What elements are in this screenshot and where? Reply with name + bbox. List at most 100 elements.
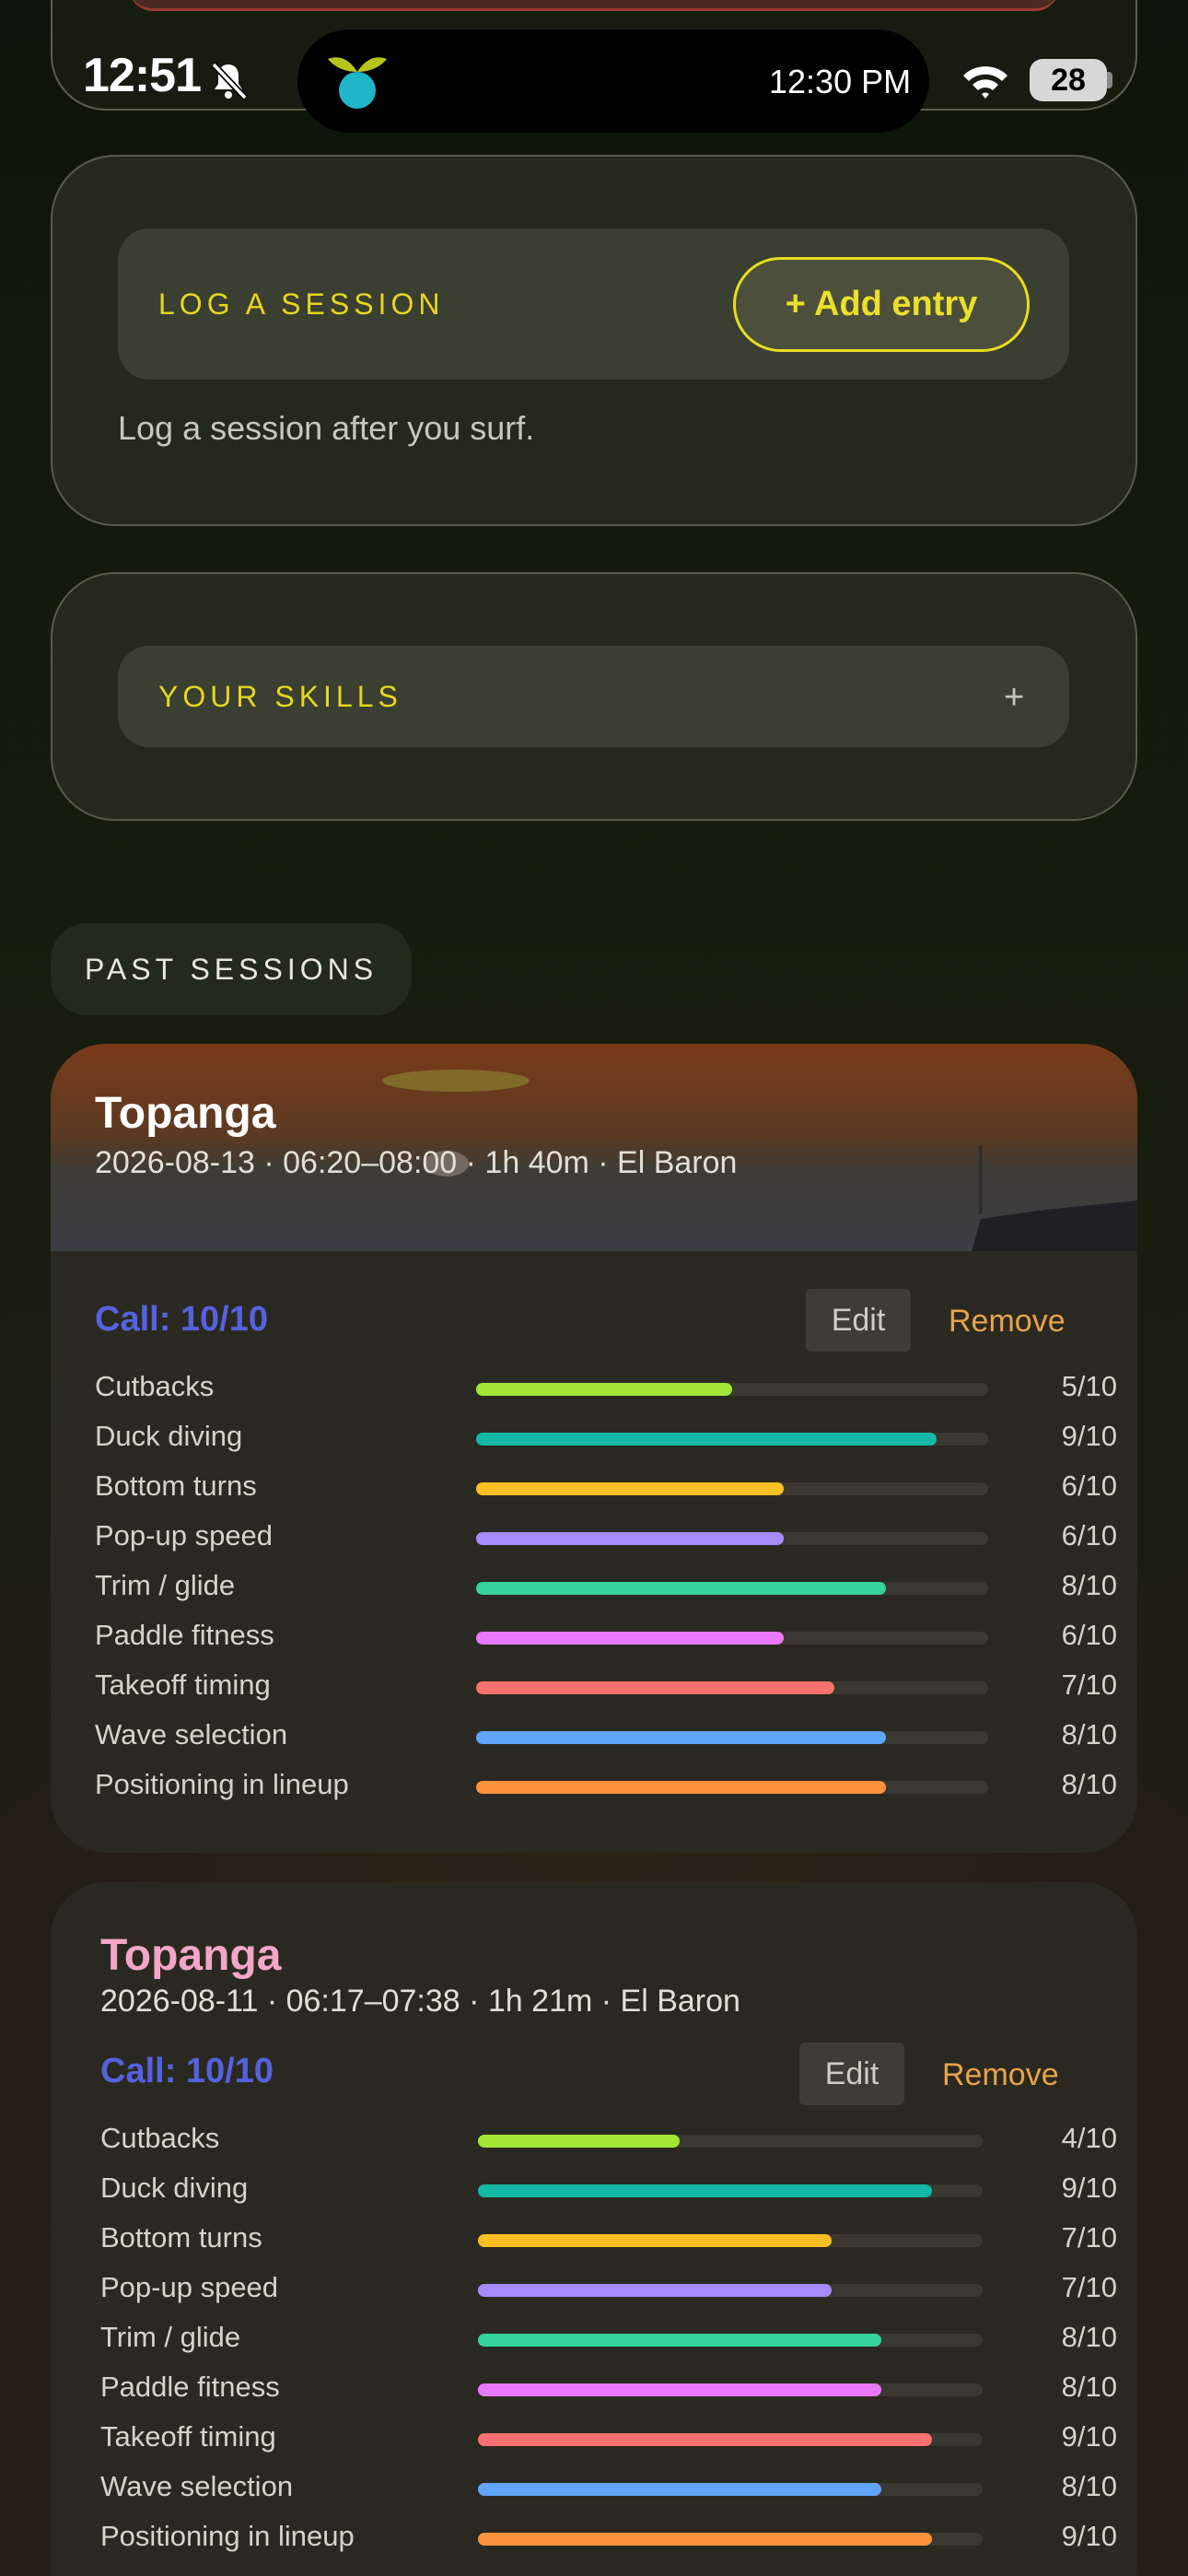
skill-bar-track: [476, 1433, 988, 1446]
skill-name: Pop-up speed: [95, 1519, 274, 1551]
skill-bar-track: [478, 2184, 983, 2197]
skill-score: 8/10: [1061, 2470, 1117, 2502]
skill-row: Takeoff timing 9/10: [100, 2413, 1117, 2463]
skill-score: 9/10: [1061, 2172, 1117, 2204]
skill-score: 9/10: [1061, 2520, 1117, 2552]
skill-name: Takeoff timing: [95, 1669, 271, 1701]
skill-score: 6/10: [1061, 1469, 1117, 1502]
skill-row: Duck diving 9/10: [100, 2164, 1117, 2214]
skill-row: Pop-up speed 6/10: [95, 1512, 1117, 1562]
skill-bar-fill: [476, 1681, 835, 1694]
skill-row: Positioning in lineup 9/10: [100, 2512, 1117, 2562]
skill-row: Wave selection 8/10: [100, 2463, 1117, 2512]
skill-bar-track: [478, 2483, 983, 2496]
skill-bar-track: [476, 1632, 988, 1645]
log-session-label: LOG A SESSION: [158, 287, 445, 321]
skill-name: Cutbacks: [100, 2122, 220, 2154]
skill-bar-fill: [478, 2284, 832, 2297]
skill-bar-track: [478, 2433, 983, 2446]
skill-score: 4/10: [1061, 2122, 1117, 2154]
skill-bar-fill: [478, 2334, 882, 2347]
skill-bar-track: [476, 1383, 988, 1396]
past-sessions-header: PAST SESSIONS: [51, 923, 412, 1015]
skill-name: Bottom turns: [95, 1469, 257, 1502]
edit-button[interactable]: Edit: [799, 2043, 904, 2105]
skill-name: Cutbacks: [95, 1370, 215, 1402]
skill-row: Bottom turns 6/10: [95, 1462, 1117, 1512]
skill-row: Paddle fitness 6/10: [95, 1611, 1117, 1661]
skill-bar-fill: [476, 1532, 784, 1545]
skill-bar-fill: [478, 2184, 933, 2197]
skill-bar-fill: [476, 1632, 784, 1645]
skill-name: Positioning in lineup: [100, 2520, 355, 2552]
app-logo-icon: [328, 57, 387, 109]
battery-tip: [1107, 72, 1112, 88]
skill-name: Positioning in lineup: [95, 1768, 349, 1800]
skill-name: Paddle fitness: [100, 2371, 280, 2403]
skill-score: 7/10: [1061, 1669, 1117, 1701]
skill-bar-track: [476, 1482, 988, 1495]
skill-name: Trim / glide: [95, 1569, 236, 1601]
skill-bar-fill: [478, 2433, 933, 2446]
skill-score: 7/10: [1061, 2271, 1117, 2303]
skill-bar-track: [476, 1781, 988, 1794]
session-card: Topanga 2026-08-13 · 06:20–08:00 · 1h 40…: [51, 1044, 1137, 1853]
skill-row: Pop-up speed 7/10: [100, 2264, 1117, 2313]
skill-bar-fill: [476, 1482, 784, 1495]
skill-bar-fill: [478, 2135, 681, 2148]
remove-button[interactable]: Remove: [949, 1304, 1066, 1340]
skill-score: 7/10: [1061, 2221, 1117, 2254]
skill-bar-track: [476, 1532, 988, 1545]
skill-bar-fill: [476, 1433, 938, 1446]
log-session-hint: Log a session after you surf.: [118, 409, 535, 447]
skill-bar-fill: [478, 2483, 882, 2496]
skill-row: Bottom turns 7/10: [100, 2214, 1117, 2264]
skill-row: Paddle fitness 8/10: [100, 2363, 1117, 2413]
add-entry-button[interactable]: + Add entry: [733, 257, 1030, 352]
skill-bar-track: [478, 2234, 983, 2247]
skill-score: 6/10: [1061, 1519, 1117, 1551]
skill-bar-track: [478, 2334, 983, 2347]
skill-score: 8/10: [1061, 2321, 1117, 2353]
skill-score: 9/10: [1061, 2420, 1117, 2453]
skill-row: Wave selection 8/10: [95, 1711, 1117, 1761]
skill-bar-fill: [478, 2383, 882, 2396]
skill-name: Takeoff timing: [100, 2420, 276, 2453]
skill-name: Wave selection: [100, 2470, 294, 2502]
expand-plus-icon[interactable]: +: [1004, 678, 1024, 718]
skill-row: Takeoff timing 7/10: [95, 1661, 1117, 1711]
edit-button[interactable]: Edit: [806, 1289, 911, 1352]
skill-list: Cutbacks 5/10 Duck diving 9/10 Bottom turns 6…: [95, 1363, 1117, 1810]
skill-name: Pop-up speed: [100, 2271, 279, 2303]
skill-bar-fill: [476, 1383, 732, 1396]
skill-name: Bottom turns: [100, 2221, 262, 2254]
bell-muted-icon: [211, 62, 248, 100]
skill-bar-track: [478, 2284, 983, 2297]
skill-bar-fill: [478, 2234, 832, 2247]
battery-indicator: 28: [1030, 59, 1107, 101]
skill-score: 5/10: [1061, 1370, 1117, 1402]
skill-row: Positioning in lineup 8/10: [95, 1761, 1117, 1810]
skill-score: 6/10: [1061, 1619, 1117, 1651]
skill-row: Trim / glide 8/10: [100, 2313, 1117, 2363]
your-skills-label: YOUR SKILLS: [158, 680, 402, 713]
skill-list: Cutbacks 4/10 Duck diving 9/10 Bottom turns 7…: [100, 2114, 1117, 2562]
skill-bar-track: [476, 1681, 988, 1694]
skill-score: 8/10: [1061, 1768, 1117, 1800]
skill-row: Trim / glide 8/10: [95, 1562, 1117, 1611]
skill-row: Duck diving 9/10: [95, 1412, 1117, 1462]
skill-bar-track: [476, 1731, 988, 1744]
skill-bar-track: [478, 2533, 983, 2546]
status-time: 12:51: [83, 49, 202, 102]
skill-bar-track: [476, 1582, 988, 1595]
skill-bar-track: [478, 2383, 983, 2396]
skill-bar-fill: [476, 1582, 886, 1595]
session-call: Call: 10/10: [100, 2052, 274, 2090]
remove-button[interactable]: Remove: [942, 2057, 1059, 2093]
skill-name: Duck diving: [100, 2172, 249, 2204]
skill-bar-fill: [476, 1731, 886, 1744]
island-time: 12:30 PM: [769, 63, 912, 100]
session-title: Topanga: [100, 1931, 282, 1980]
skill-name: Trim / glide: [100, 2321, 241, 2353]
session-meta: 2026-08-11 · 06:17–07:38 · 1h 21m · El B…: [100, 1984, 740, 2019]
